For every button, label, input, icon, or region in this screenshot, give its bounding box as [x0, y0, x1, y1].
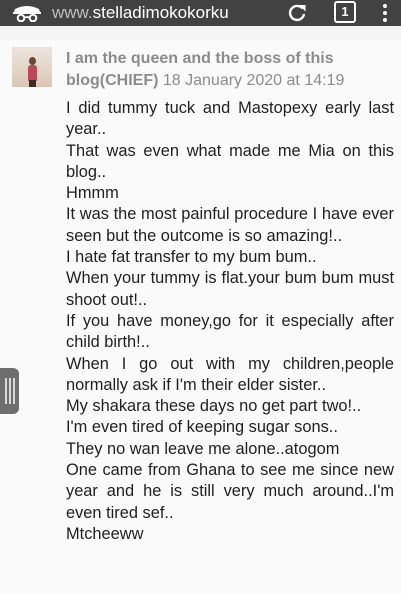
comment-line: It was the most painful procedure I have… [66, 205, 394, 245]
more-vert-icon[interactable] [380, 2, 390, 24]
comment-line: When your tummy is flat.your bum bum mus… [66, 269, 394, 309]
tab-switcher-button[interactable]: 1 [334, 1, 356, 23]
reload-icon[interactable] [286, 3, 308, 23]
comment-line: One came from Ghana to see me since new … [66, 461, 394, 522]
scroll-handle[interactable] [0, 368, 19, 414]
browser-toolbar: www.stelladimokokorku 1 [0, 0, 401, 26]
comment-line: My shakara these days no get part two!.. [66, 397, 362, 416]
incognito-icon [13, 6, 41, 22]
comment-header: I am the queen and the boss of this blog… [66, 48, 386, 92]
comment-line: I'm even tired of keeping sugar sons.. [66, 418, 338, 437]
comment-line: I hate fat transfer to my bum bum.. [66, 248, 317, 267]
comment-line: That was even what made me Mia on this b… [66, 141, 394, 181]
comment-line: When I go out with my children,people no… [66, 354, 394, 394]
url-bar[interactable]: www.stelladimokokorku [52, 0, 274, 26]
comment-card: I am the queen and the boss of this blog… [0, 40, 401, 594]
url-host: stelladimokokorku [92, 3, 229, 22]
comment-line: Mtcheeww [66, 524, 144, 543]
comment-line: Hmmm [66, 184, 119, 203]
comment-timestamp[interactable]: 18 January 2020 at 14:19 [163, 72, 344, 89]
comment-line: If you have money,go for it especially a… [66, 311, 394, 352]
avatar[interactable] [12, 47, 52, 87]
comment-line: I did tummy tuck and Mastopexy early las… [66, 99, 394, 139]
comment-body: I did tummy tuck and Mastopexy early las… [66, 98, 394, 545]
url-prefix: www. [52, 3, 93, 22]
comment-line: They no wan leave me alone..atogom [66, 439, 340, 458]
